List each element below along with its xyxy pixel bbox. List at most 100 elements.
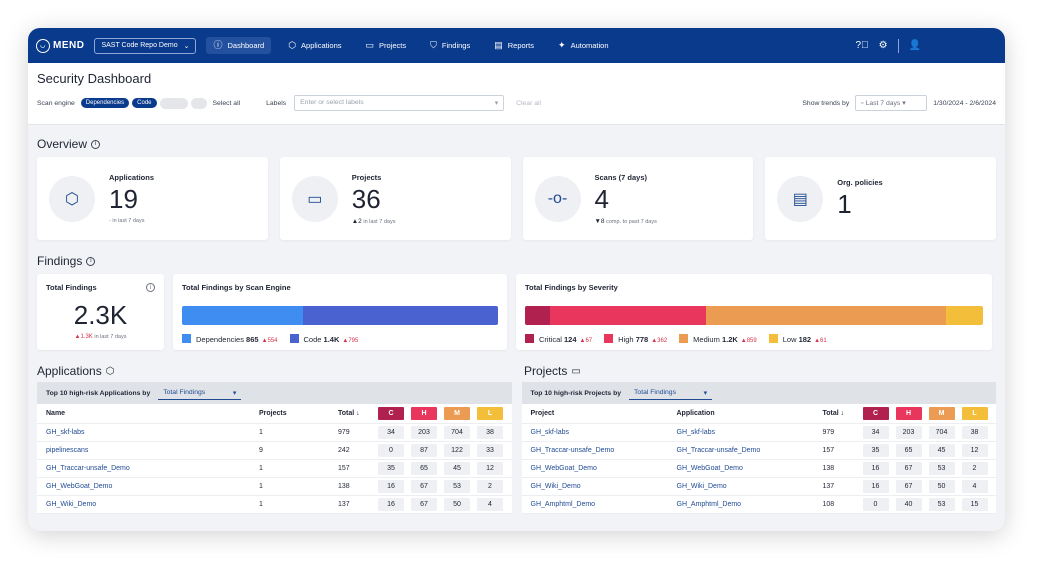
col-medium[interactable]: M — [444, 407, 470, 420]
pill-dependencies[interactable]: Dependencies — [80, 98, 130, 108]
trend-controls: Show trends by ▫ Last 7 days ▾ 1/30/2024… — [802, 95, 996, 111]
clear-all-button[interactable]: Clear all — [516, 100, 541, 107]
app-name-link[interactable]: GH_Wiki_Demo — [46, 501, 259, 508]
table-row[interactable]: GH_Wiki_Demo GH_Wiki_Demo 137 16 67 50 4 — [521, 478, 996, 496]
table-row[interactable]: GH_Traccar-unsafe_Demo 1 157 35 65 45 12 — [37, 460, 512, 478]
card-label: Scans (7 days) — [594, 172, 648, 182]
col-name[interactable]: Name — [46, 410, 259, 417]
col-critical[interactable]: C — [862, 407, 889, 420]
application-link[interactable]: GH_WebGoat_Demo — [677, 465, 823, 472]
total-count: 137 — [822, 483, 835, 490]
legend-dependencies[interactable]: Dependencies 865 ▲554 — [182, 334, 278, 344]
nav-reports[interactable]: ▤ Reports — [487, 37, 541, 54]
info-icon[interactable]: i — [146, 283, 155, 292]
high-count: 40 — [895, 498, 922, 511]
applications-card[interactable]: ⬡ Applications 19 - in last 7 days — [37, 157, 268, 240]
legend-delta: ▲61 — [814, 338, 827, 344]
medium-count: 50 — [928, 480, 955, 493]
engine-segment-dependencies[interactable] — [182, 306, 303, 325]
mend-logo[interactable]: ◡ MEND — [36, 38, 84, 53]
legend-high[interactable]: High 778 ▲362 — [604, 334, 667, 344]
select-all-link[interactable]: Select all — [213, 100, 241, 107]
project-name-link[interactable]: GH_Amphtml_Demo — [531, 501, 677, 508]
application-link[interactable]: GH_Traccar-unsafe_Demo — [677, 447, 823, 454]
legend-critical[interactable]: Critical 124 ▲67 — [525, 334, 592, 344]
high-count: 67 — [411, 480, 437, 493]
projects-title: Projects — [524, 364, 568, 378]
legend-value: 124 — [564, 335, 577, 344]
col-total[interactable]: Total ↓ — [823, 410, 863, 417]
table-row[interactable]: pipelinescans 9 242 0 87 122 33 — [37, 442, 512, 460]
projects-count: 1 — [259, 483, 263, 490]
trend-select[interactable]: ▫ Last 7 days ▾ — [855, 95, 928, 111]
col-medium[interactable]: M — [928, 407, 955, 420]
app-name-link[interactable]: pipelinescans — [46, 447, 259, 454]
user-avatar-icon[interactable]: 👤 — [909, 40, 921, 51]
projects-card[interactable]: ▭ Projects 36 ▲2 in last 7 days — [279, 157, 511, 240]
col-application[interactable]: Application — [677, 410, 823, 417]
col-high[interactable]: H — [895, 407, 922, 420]
nav-automation[interactable]: ✦ Automation — [551, 37, 616, 54]
projects-count: 9 — [259, 447, 263, 454]
legend-value: 865 — [246, 335, 259, 344]
severity-segment-critical[interactable] — [525, 306, 550, 325]
legend-medium[interactable]: Medium 1.2K ▲859 — [679, 334, 757, 344]
help-icon[interactable]: ?⃝ — [856, 40, 869, 51]
total-findings-card[interactable]: Total Findings i 2.3K ▲1.3K in last 7 da… — [37, 274, 164, 350]
project-name-link[interactable]: GH_skf-labs — [531, 429, 677, 436]
project-name-link[interactable]: GH_WebGoat_Demo — [531, 465, 677, 472]
table-row[interactable]: GH_Amphtml_Demo GH_Amphtml_Demo 108 0 40 53 15 — [521, 496, 996, 514]
nav-dashboard[interactable]: ⓘ Dashboard — [206, 37, 272, 54]
application-link[interactable]: GH_Wiki_Demo — [677, 483, 823, 490]
col-low[interactable]: L — [961, 407, 988, 420]
legend-name: Low — [782, 335, 797, 344]
col-critical[interactable]: C — [378, 407, 404, 420]
pill-code[interactable]: Code — [132, 98, 157, 108]
org-select[interactable]: SAST Code Repo Demo ⌄ — [94, 37, 197, 54]
table-header-row: Name Projects Total ↓ C H M L — [37, 404, 512, 424]
gear-icon[interactable]: ⚙ — [879, 40, 888, 51]
by-engine-title: Total Findings by Scan Engine — [182, 283, 291, 292]
nav-applications[interactable]: ⬡ Applications — [281, 37, 348, 54]
engine-segment-code[interactable] — [302, 306, 498, 325]
legend-swatch — [525, 334, 534, 343]
legend-low[interactable]: Low 182 ▲61 — [768, 334, 827, 344]
col-high[interactable]: H — [411, 407, 437, 420]
legend-code[interactable]: Code 1.4K ▲795 — [289, 334, 358, 344]
severity-segment-high[interactable] — [549, 306, 706, 325]
severity-segment-low[interactable] — [946, 306, 983, 325]
app-name-link[interactable]: GH_skf-labs — [46, 429, 259, 436]
card-label: Projects — [351, 172, 382, 182]
col-project[interactable]: Project — [531, 410, 677, 417]
sort-metric-select[interactable]: Total Findings ▾ — [158, 387, 242, 400]
table-row[interactable]: GH_skf-labs GH_skf-labs 979 34 203 704 38 — [521, 424, 996, 442]
nav-projects[interactable]: ▭ Projects — [359, 37, 414, 54]
info-icon[interactable]: i — [86, 256, 96, 266]
table-row[interactable]: GH_WebGoat_Demo 1 138 16 67 53 2 — [37, 478, 512, 496]
policies-card[interactable]: ▤ Org. policies 1 — [765, 157, 996, 240]
info-icon[interactable]: i — [91, 139, 101, 149]
application-link[interactable]: GH_Amphtml_Demo — [677, 501, 823, 508]
table-row[interactable]: GH_WebGoat_Demo GH_WebGoat_Demo 138 16 67 53 2 — [521, 460, 996, 478]
severity-segment-medium[interactable] — [705, 306, 947, 325]
application-link[interactable]: GH_skf-labs — [677, 429, 823, 436]
labels-input[interactable]: Enter or select labels ▾ — [294, 95, 505, 111]
card-sub-text: in last 7 days — [363, 218, 396, 225]
scans-card[interactable]: -o- Scans (7 days) 4 ▼8 comp. to past 7 … — [522, 157, 754, 240]
high-count: 67 — [895, 480, 922, 493]
project-name-link[interactable]: GH_Traccar-unsafe_Demo — [531, 447, 677, 454]
nav-findings[interactable]: ⛉ Findings — [423, 37, 477, 54]
col-low[interactable]: L — [477, 407, 503, 420]
app-name-link[interactable]: GH_WebGoat_Demo — [46, 483, 259, 490]
high-count: 203 — [895, 426, 922, 439]
project-name-link[interactable]: GH_Wiki_Demo — [531, 483, 677, 490]
critical-count: 0 — [862, 498, 889, 511]
col-projects[interactable]: Projects — [259, 410, 338, 417]
table-row[interactable]: GH_Wiki_Demo 1 137 16 67 50 4 — [37, 496, 512, 514]
col-total[interactable]: Total ↓ — [338, 410, 378, 417]
sort-metric-select[interactable]: Total Findings ▾ — [629, 387, 713, 400]
legend-value: 1.4K — [323, 335, 340, 344]
table-row[interactable]: GH_Traccar-unsafe_Demo GH_Traccar-unsafe_… — [521, 442, 996, 460]
app-name-link[interactable]: GH_Traccar-unsafe_Demo — [46, 465, 259, 472]
table-row[interactable]: GH_skf-labs 1 979 34 203 704 38 — [37, 424, 512, 442]
